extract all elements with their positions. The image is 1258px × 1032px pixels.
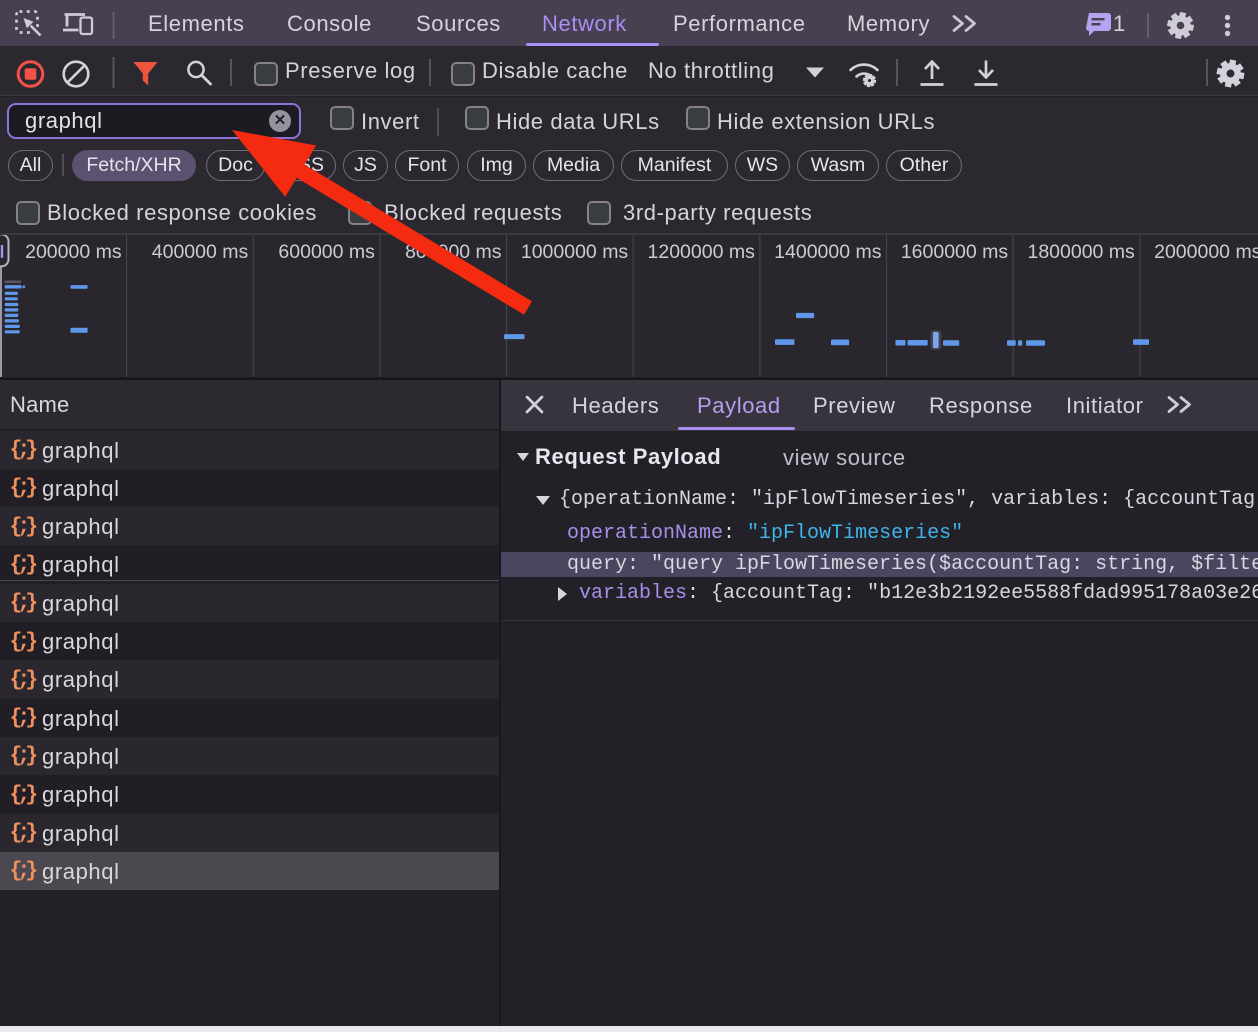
svg-text:1400000 ms: 1400000 ms: [774, 241, 882, 263]
svg-text:1800000 ms: 1800000 ms: [1027, 241, 1135, 263]
svg-text:1600000 ms: 1600000 ms: [901, 241, 1009, 263]
svg-text:200000 ms: 200000 ms: [25, 241, 122, 263]
svg-text:800000 ms: 800000 ms: [405, 241, 502, 263]
svg-text:2000000 ms: 2000000 ms: [1154, 241, 1258, 263]
svg-text:1000000 ms: 1000000 ms: [521, 241, 629, 263]
svg-text:600000 ms: 600000 ms: [278, 241, 375, 263]
svg-text:400000 ms: 400000 ms: [152, 241, 249, 263]
svg-text:1200000 ms: 1200000 ms: [648, 241, 756, 263]
